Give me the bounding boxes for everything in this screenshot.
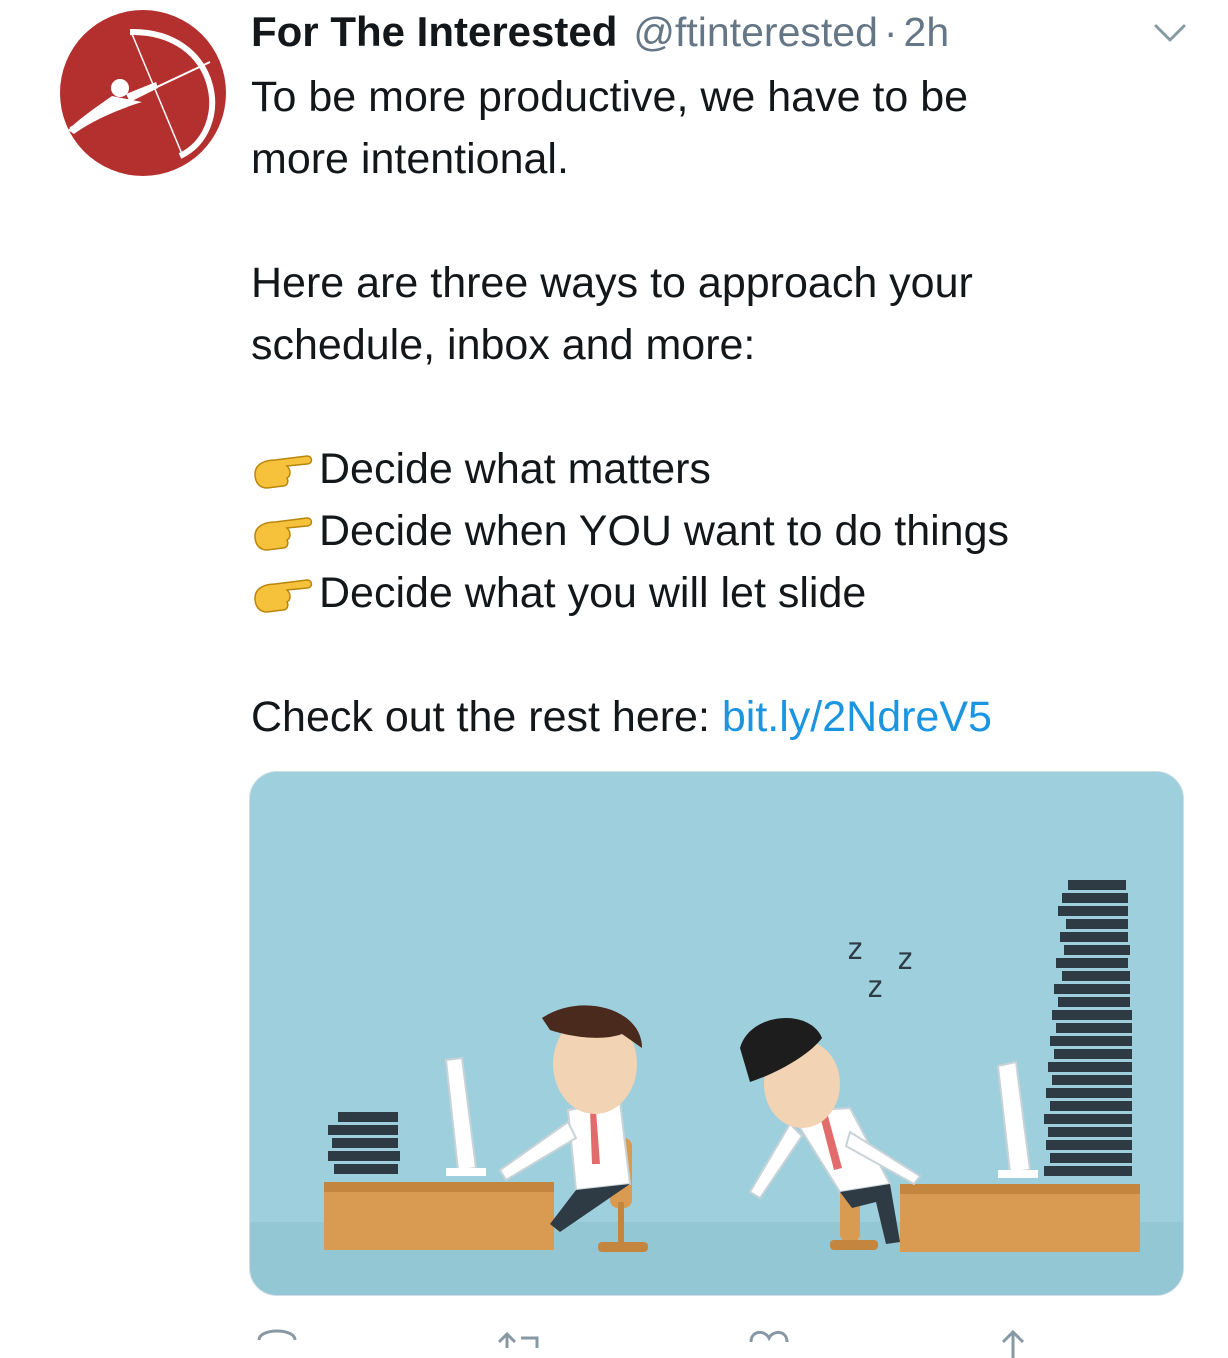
tweet-actions xyxy=(251,1318,1051,1358)
sleep-z: z xyxy=(846,932,865,967)
tweet-text: To be more productive, we have to be mor… xyxy=(251,66,1201,748)
tweet-media-image[interactable]: z z z xyxy=(249,771,1184,1296)
retweet-icon[interactable] xyxy=(495,1318,547,1358)
tweet-header: For The Interested @ftinterested · 2h xyxy=(251,8,949,58)
sleep-z: z xyxy=(896,942,915,977)
pointing-hand-icon xyxy=(254,579,313,613)
cta-line: Check out the rest here: bit.ly/2NdreV5 xyxy=(251,686,1201,748)
separator-dot: · xyxy=(883,9,898,55)
tweet-line: more intentional. xyxy=(251,135,569,183)
pointing-hand-icon xyxy=(254,517,313,551)
bullet-item: Decide when YOU want to do things xyxy=(251,500,1201,562)
bullet-text: Decide when YOU want to do things xyxy=(319,507,1009,555)
author-avatar[interactable] xyxy=(60,10,226,176)
article-link[interactable]: bit.ly/2NdreV5 xyxy=(722,693,992,741)
reply-icon[interactable] xyxy=(251,1318,303,1358)
pointing-hand-icon xyxy=(254,455,313,489)
archer-logo-icon xyxy=(68,28,216,159)
share-icon[interactable] xyxy=(987,1318,1039,1358)
cta-text: Check out the rest here: xyxy=(251,693,722,741)
bullet-text: Decide what you will let slide xyxy=(319,569,867,617)
tweet-timestamp[interactable]: 2h xyxy=(904,9,950,56)
office-illustration xyxy=(250,772,1183,1295)
sleep-z: z xyxy=(866,970,885,1005)
tweet-line: Here are three ways to approach your xyxy=(251,259,973,307)
chevron-down-icon[interactable] xyxy=(1152,18,1188,46)
bullet-item: Decide what you will let slide xyxy=(251,562,1201,624)
author-name[interactable]: For The Interested xyxy=(251,8,617,56)
tweet-line: To be more productive, we have to be xyxy=(251,73,969,121)
author-handle[interactable]: @ftinterested xyxy=(633,9,877,56)
bullet-item: Decide what matters xyxy=(251,438,1201,500)
bullet-text: Decide what matters xyxy=(319,445,711,493)
heart-icon[interactable] xyxy=(743,1318,795,1358)
tweet-line: schedule, inbox and more: xyxy=(251,321,756,369)
